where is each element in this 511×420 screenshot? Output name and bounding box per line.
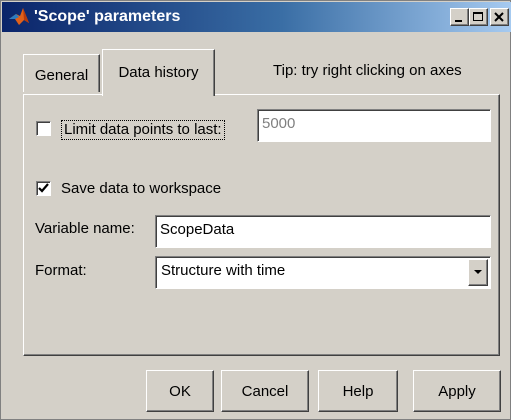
limit-data-points-label[interactable]: Limit data points to last: bbox=[61, 120, 225, 140]
close-button[interactable] bbox=[490, 8, 509, 26]
variable-name-label: Variable name: bbox=[35, 220, 135, 237]
ok-button[interactable]: OK bbox=[146, 370, 214, 412]
apply-button[interactable]: Apply bbox=[413, 370, 501, 412]
help-button[interactable]: Help bbox=[318, 370, 398, 412]
checkmark-icon bbox=[38, 183, 49, 193]
window-title: 'Scope' parameters bbox=[34, 8, 181, 25]
tab-general[interactable]: General bbox=[23, 54, 100, 92]
limit-data-points-input[interactable]: 5000 bbox=[257, 109, 491, 142]
minimize-button[interactable] bbox=[450, 8, 469, 26]
format-dropdown-button[interactable] bbox=[468, 259, 488, 286]
maximize-icon bbox=[473, 12, 483, 21]
format-select[interactable]: Structure with time bbox=[155, 256, 491, 289]
variable-name-input[interactable]: ScopeData bbox=[155, 215, 491, 248]
title-bar[interactable]: 'Scope' parameters bbox=[2, 2, 511, 32]
chevron-down-icon bbox=[474, 270, 482, 274]
tip-text: Tip: try right clicking on axes bbox=[273, 62, 462, 79]
limit-data-points-checkbox[interactable] bbox=[36, 121, 51, 136]
scope-parameters-dialog: 'Scope' parameters General Data history … bbox=[0, 0, 511, 420]
matlab-logo-icon bbox=[8, 6, 30, 28]
save-to-workspace-checkbox[interactable] bbox=[36, 181, 51, 196]
tab-data-history[interactable]: Data history bbox=[102, 49, 215, 96]
save-to-workspace-label[interactable]: Save data to workspace bbox=[61, 180, 221, 197]
close-icon bbox=[494, 12, 504, 22]
cancel-button[interactable]: Cancel bbox=[221, 370, 309, 412]
format-label: Format: bbox=[35, 262, 87, 279]
maximize-button[interactable] bbox=[469, 8, 488, 26]
minimize-icon bbox=[455, 20, 462, 22]
